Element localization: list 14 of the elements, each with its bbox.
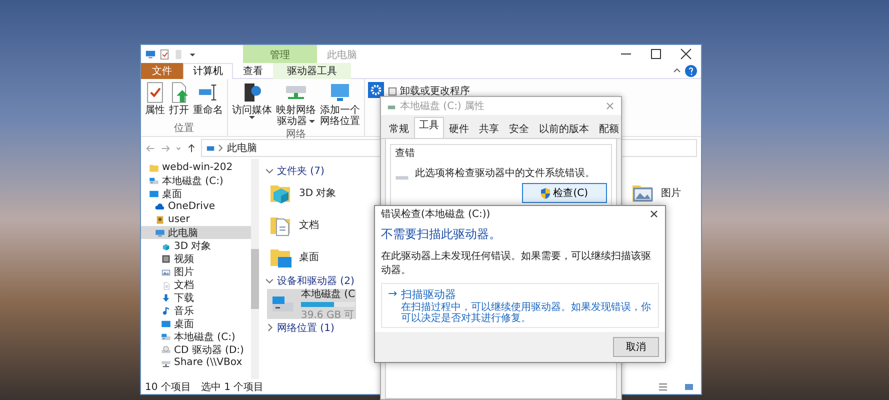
- status-text: 选中 1 个项目: [200, 380, 264, 394]
- ribbon-group-label: 网络: [286, 128, 306, 141]
- dialog-heading: 不需要扫描此驱动器。: [381, 226, 502, 243]
- message-text: 在此驱动器上未发现任何错误。如果需要，可以继续扫描该驱动器。: [381, 250, 652, 277]
- dialog-title: 错误检查(本地磁盘 (C:)): [381, 208, 490, 221]
- free-space: 39.6 GB 可: [301, 308, 355, 322]
- description-text: 此选项将检查驱动器中的文件系统错误。: [415, 166, 595, 180]
- group-title: 查错: [395, 146, 416, 160]
- drive-name: 本地磁盘 (C: [301, 288, 355, 300]
- window-title: 此电脑: [326, 48, 358, 63]
- dialog-title: 本地磁盘 (C:) 属性: [400, 100, 485, 113]
- status-text: 10 个项目: [145, 380, 191, 394]
- ribbon-group-label: 位置: [174, 122, 194, 135]
- context-tab-header: 管理: [243, 45, 317, 63]
